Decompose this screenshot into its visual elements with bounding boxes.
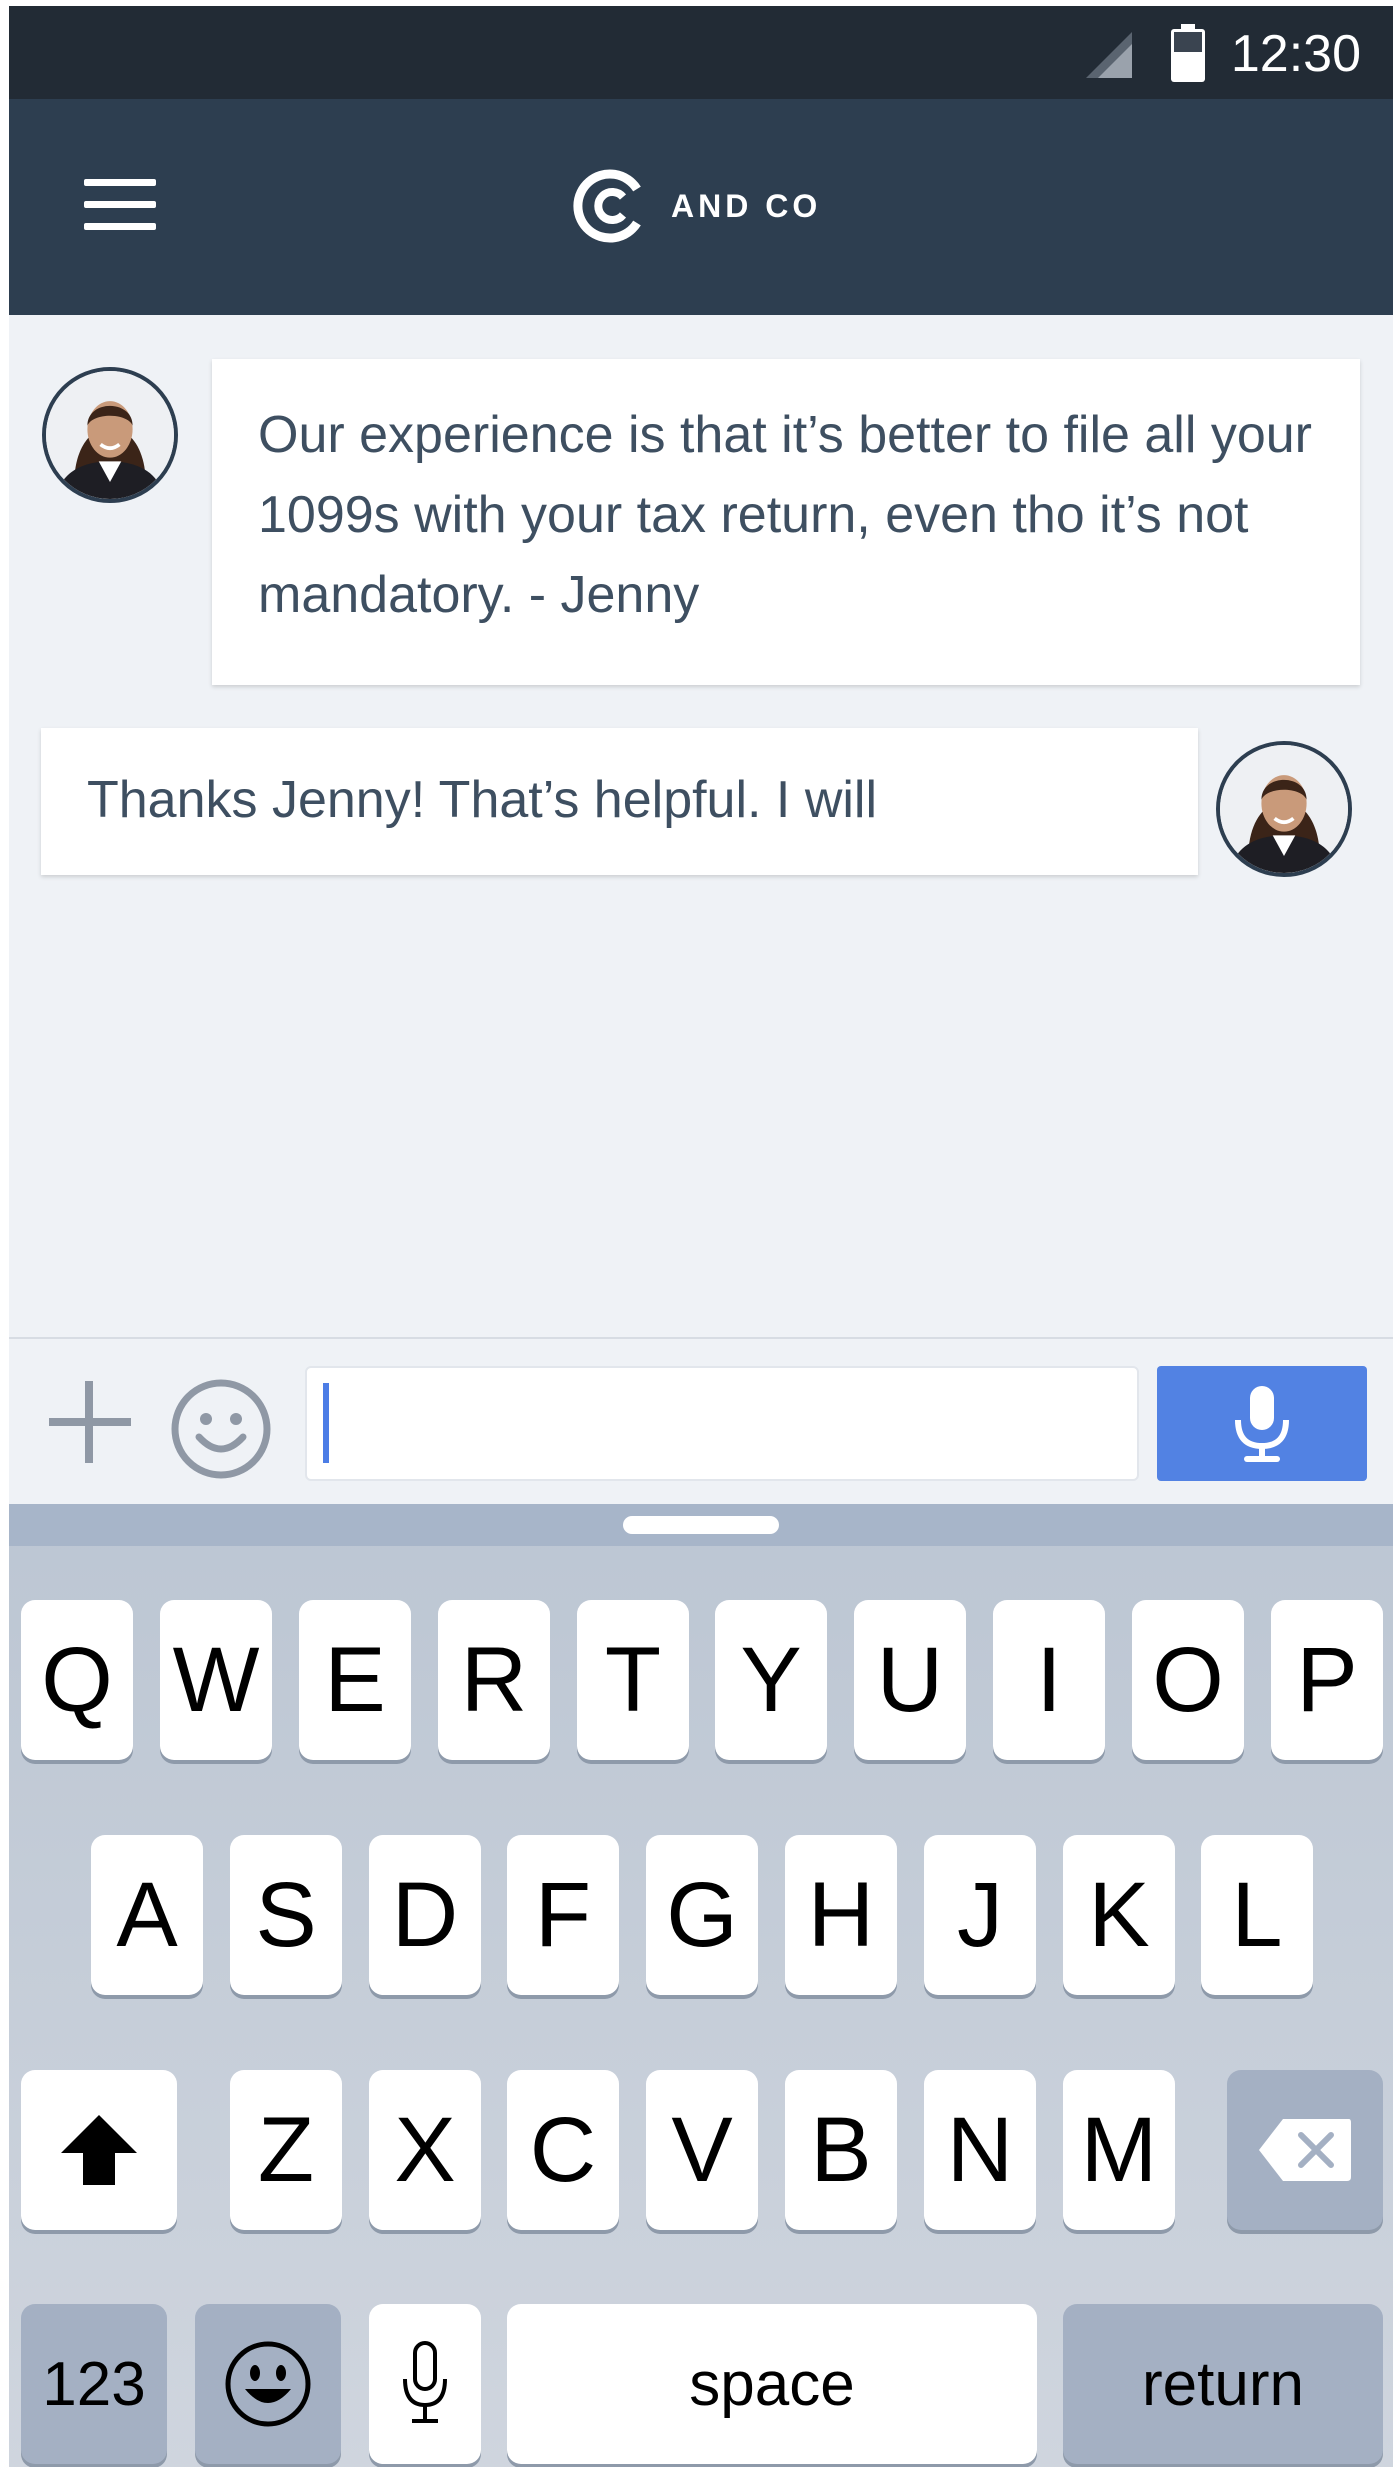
menu-icon[interactable] [84, 179, 156, 231]
return-key[interactable]: return [1063, 2304, 1383, 2464]
key-e[interactable]: E [299, 1600, 411, 1760]
shift-icon [61, 2115, 137, 2185]
emoji-keyboard-key[interactable] [195, 2304, 341, 2464]
key-u[interactable]: U [854, 1600, 966, 1760]
key-v[interactable]: V [646, 2070, 758, 2230]
dictation-icon [403, 2341, 447, 2423]
status-bar: 12:30 [9, 6, 1393, 99]
smiley-icon[interactable] [169, 1377, 273, 1481]
person-avatar-icon [1220, 745, 1348, 873]
space-key[interactable]: space [507, 2304, 1037, 2464]
microphone-icon [1235, 1385, 1289, 1462]
key-p[interactable]: P [1271, 1600, 1383, 1760]
person-avatar-icon [46, 371, 174, 499]
signal-icon [1086, 32, 1132, 78]
chat-thread: Our experience is that it’s better to fi… [9, 315, 1393, 1337]
key-j[interactable]: J [924, 1835, 1036, 1995]
app-header: AND CO [9, 99, 1393, 315]
message-bubble-sent: Thanks Jenny! That’s helpful. I will [41, 728, 1198, 875]
key-g[interactable]: G [646, 1835, 758, 1995]
key-z[interactable]: Z [230, 2070, 342, 2230]
avatar[interactable] [1216, 741, 1352, 877]
key-f[interactable]: F [507, 1835, 619, 1995]
key-i[interactable]: I [993, 1600, 1105, 1760]
key-l[interactable]: L [1201, 1835, 1313, 1995]
on-screen-keyboard: Q W E R T Y U I O P A S D F G H J K L Z … [9, 1504, 1393, 2467]
key-t[interactable]: T [577, 1600, 689, 1760]
key-q[interactable]: Q [21, 1600, 133, 1760]
key-o[interactable]: O [1132, 1600, 1244, 1760]
message-text: Thanks Jenny! That’s helpful. I will [87, 771, 878, 829]
message-bubble-received: Our experience is that it’s better to fi… [212, 359, 1360, 685]
key-m[interactable]: M [1063, 2070, 1175, 2230]
phone-screen: 12:30 AND CO Our experience is that it’s… [9, 6, 1393, 2467]
shift-key[interactable] [21, 2070, 177, 2230]
voice-record-button[interactable] [1157, 1366, 1367, 1481]
keyboard-grabber-bar [9, 1504, 1393, 1546]
keyboard-drag-handle[interactable] [623, 1516, 779, 1534]
message-composer [9, 1337, 1393, 1506]
numbers-key[interactable]: 123 [21, 2304, 167, 2464]
status-time: 12:30 [1230, 25, 1361, 83]
dictation-key[interactable] [369, 2304, 481, 2464]
brand: AND CO [571, 161, 821, 251]
battery-icon [1171, 24, 1205, 82]
key-c[interactable]: C [507, 2070, 619, 2230]
key-k[interactable]: K [1063, 1835, 1175, 1995]
key-b[interactable]: B [785, 2070, 897, 2230]
emoji-keyboard-icon [225, 2341, 311, 2427]
text-caret [323, 1383, 329, 1463]
key-d[interactable]: D [369, 1835, 481, 1995]
key-r[interactable]: R [438, 1600, 550, 1760]
key-n[interactable]: N [924, 2070, 1036, 2230]
avatar[interactable] [42, 367, 178, 503]
backspace-key[interactable] [1227, 2070, 1383, 2230]
message-input[interactable] [305, 1366, 1139, 1481]
key-h[interactable]: H [785, 1835, 897, 1995]
plus-icon[interactable] [45, 1377, 135, 1467]
key-a[interactable]: A [91, 1835, 203, 1995]
message-text: Our experience is that it’s better to fi… [258, 406, 1312, 624]
key-y[interactable]: Y [715, 1600, 827, 1760]
key-x[interactable]: X [369, 2070, 481, 2230]
backspace-icon [1259, 2119, 1351, 2181]
key-s[interactable]: S [230, 1835, 342, 1995]
brand-name: AND CO [671, 187, 822, 224]
and-co-logo [573, 169, 641, 243]
key-w[interactable]: W [160, 1600, 272, 1760]
